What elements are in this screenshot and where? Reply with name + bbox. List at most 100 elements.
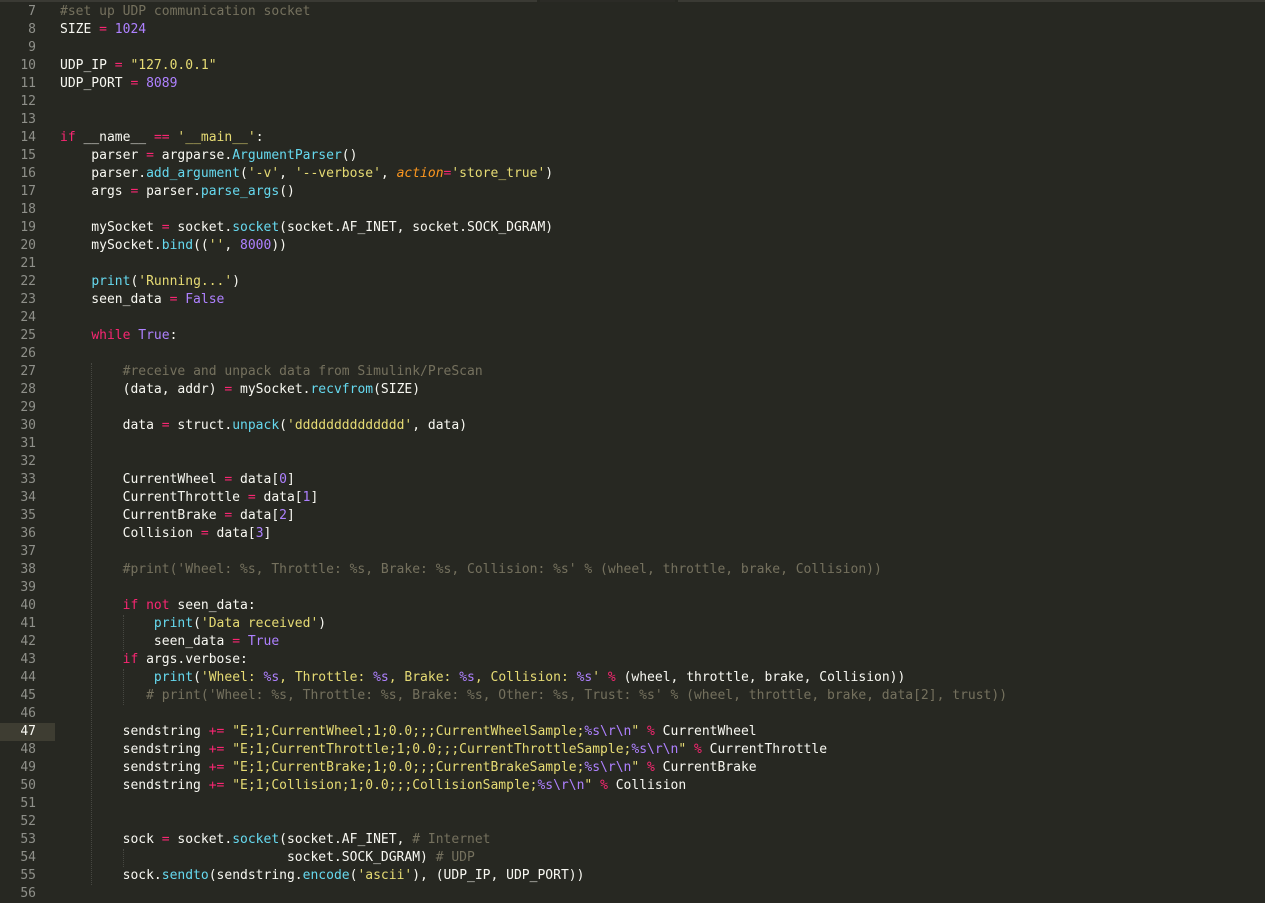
code-line[interactable]: sendstring += "E;1;CurrentThrottle;1;0.0…	[60, 741, 1260, 759]
line-number[interactable]: 54	[0, 849, 50, 867]
code-line[interactable]: print('Running...')	[60, 273, 1260, 291]
code-line[interactable]: sendstring += "E;1;Collision;1;0.0;;;Col…	[60, 777, 1260, 795]
code-line[interactable]: mySocket.bind(('', 8000))	[60, 237, 1260, 255]
line-number[interactable]: 22	[0, 273, 50, 291]
code-line[interactable]: print('Data received')	[60, 615, 1260, 633]
line-number[interactable]: 7	[0, 3, 50, 21]
code-line[interactable]: UDP_IP = "127.0.0.1"	[60, 57, 1260, 75]
code-line[interactable]	[60, 309, 1260, 327]
code-line[interactable]	[60, 345, 1260, 363]
line-number[interactable]: 51	[0, 795, 50, 813]
code-line[interactable]: if not seen_data:	[60, 597, 1260, 615]
line-number[interactable]: 53	[0, 831, 50, 849]
code-line[interactable]: args = parser.parse_args()	[60, 183, 1260, 201]
code-line[interactable]: if __name__ == '__main__':	[60, 129, 1260, 147]
code-line[interactable]: mySocket = socket.socket(socket.AF_INET,…	[60, 219, 1260, 237]
line-number[interactable]: 10	[0, 57, 50, 75]
line-number-gutter[interactable]: 7 8 9 10 11 12 13 14 15 16 17 18 19 20 21 22 23 24 25 26 27 2…	[0, 3, 50, 903]
line-number[interactable]: 9	[0, 39, 50, 57]
code-line[interactable]: UDP_PORT = 8089	[60, 75, 1260, 93]
line-number[interactable]: 32	[0, 453, 50, 471]
line-number[interactable]: 40	[0, 597, 50, 615]
line-number[interactable]: 23	[0, 291, 50, 309]
line-number[interactable]: 47	[0, 723, 50, 741]
code-line[interactable]	[60, 93, 1260, 111]
code-line[interactable]	[60, 255, 1260, 273]
code-line[interactable]: seen_data = True	[60, 633, 1260, 651]
code-line[interactable]: parser.add_argument('-v', '--verbose', a…	[60, 165, 1260, 183]
line-number[interactable]: 24	[0, 309, 50, 327]
code-line[interactable]	[60, 453, 1260, 471]
line-number[interactable]: 38	[0, 561, 50, 579]
line-number[interactable]: 19	[0, 219, 50, 237]
line-number[interactable]: 36	[0, 525, 50, 543]
code-line[interactable]	[60, 201, 1260, 219]
code-line[interactable]: Collision = data[3]	[60, 525, 1260, 543]
line-number[interactable]: 18	[0, 201, 50, 219]
code-line[interactable]: CurrentThrottle = data[1]	[60, 489, 1260, 507]
code-line[interactable]	[60, 39, 1260, 57]
code-line[interactable]: data = struct.unpack('dddddddddddddd', d…	[60, 417, 1260, 435]
line-number[interactable]: 33	[0, 471, 50, 489]
line-number[interactable]: 31	[0, 435, 50, 453]
line-number[interactable]: 42	[0, 633, 50, 651]
line-number[interactable]: 8	[0, 21, 50, 39]
code-line[interactable]: parser = argparse.ArgumentParser()	[60, 147, 1260, 165]
line-number[interactable]: 49	[0, 759, 50, 777]
line-number[interactable]: 48	[0, 741, 50, 759]
line-number[interactable]: 21	[0, 255, 50, 273]
code-line[interactable]: sock.sendto(sendstring.encode('ascii'), …	[60, 867, 1260, 885]
code-line[interactable]	[60, 579, 1260, 597]
code-line[interactable]: sock = socket.socket(socket.AF_INET, # I…	[60, 831, 1260, 849]
line-number[interactable]: 41	[0, 615, 50, 633]
code-line[interactable]	[60, 813, 1260, 831]
line-number[interactable]: 13	[0, 111, 50, 129]
line-number[interactable]: 43	[0, 651, 50, 669]
line-number[interactable]: 45	[0, 687, 50, 705]
line-number[interactable]: 15	[0, 147, 50, 165]
line-number[interactable]: 44	[0, 669, 50, 687]
line-number[interactable]: 25	[0, 327, 50, 345]
line-number[interactable]: 20	[0, 237, 50, 255]
code-line[interactable]: #receive and unpack data from Simulink/P…	[60, 363, 1260, 381]
line-number[interactable]: 52	[0, 813, 50, 831]
code-line[interactable]: #print('Wheel: %s, Throttle: %s, Brake: …	[60, 561, 1260, 579]
code-area[interactable]: #set up UDP communication socket SIZE = 1…	[60, 3, 1260, 903]
code-line[interactable]: sendstring += "E;1;CurrentWheel;1;0.0;;;…	[60, 723, 1260, 741]
line-number[interactable]: 28	[0, 381, 50, 399]
line-number[interactable]: 17	[0, 183, 50, 201]
code-line[interactable]	[60, 111, 1260, 129]
code-line[interactable]: CurrentWheel = data[0]	[60, 471, 1260, 489]
code-line[interactable]: while True:	[60, 327, 1260, 345]
code-line[interactable]	[60, 435, 1260, 453]
code-line[interactable]: seen_data = False	[60, 291, 1260, 309]
line-number[interactable]: 34	[0, 489, 50, 507]
line-number[interactable]: 16	[0, 165, 50, 183]
code-line[interactable]: #set up UDP communication socket	[60, 3, 1260, 21]
code-line[interactable]: if args.verbose:	[60, 651, 1260, 669]
code-line[interactable]	[60, 543, 1260, 561]
code-line[interactable]: (data, addr) = mySocket.recvfrom(SIZE)	[60, 381, 1260, 399]
code-line[interactable]	[60, 399, 1260, 417]
line-number[interactable]: 26	[0, 345, 50, 363]
line-number[interactable]: 30	[0, 417, 50, 435]
line-number[interactable]: 55	[0, 867, 50, 885]
line-number[interactable]: 39	[0, 579, 50, 597]
line-number[interactable]: 14	[0, 129, 50, 147]
code-line[interactable]: socket.SOCK_DGRAM) # UDP	[60, 849, 1260, 867]
line-number[interactable]: 12	[0, 93, 50, 111]
code-line[interactable]	[60, 795, 1260, 813]
line-number[interactable]: 46	[0, 705, 50, 723]
line-number[interactable]: 56	[0, 885, 50, 903]
code-line[interactable]	[60, 885, 1260, 903]
code-line[interactable]: SIZE = 1024	[60, 21, 1260, 39]
code-line[interactable]: print('Wheel: %s, Throttle: %s, Brake: %…	[60, 669, 1260, 687]
line-number[interactable]: 50	[0, 777, 50, 795]
code-editor[interactable]: 7 8 9 10 11 12 13 14 15 16 17 18 19 20 21 22 23 24 25 26 27 2…	[0, 0, 1265, 901]
line-number[interactable]: 27	[0, 363, 50, 381]
code-line[interactable]: CurrentBrake = data[2]	[60, 507, 1260, 525]
line-number[interactable]: 29	[0, 399, 50, 417]
line-number[interactable]: 11	[0, 75, 50, 93]
line-number[interactable]: 35	[0, 507, 50, 525]
code-line[interactable]	[60, 705, 1260, 723]
